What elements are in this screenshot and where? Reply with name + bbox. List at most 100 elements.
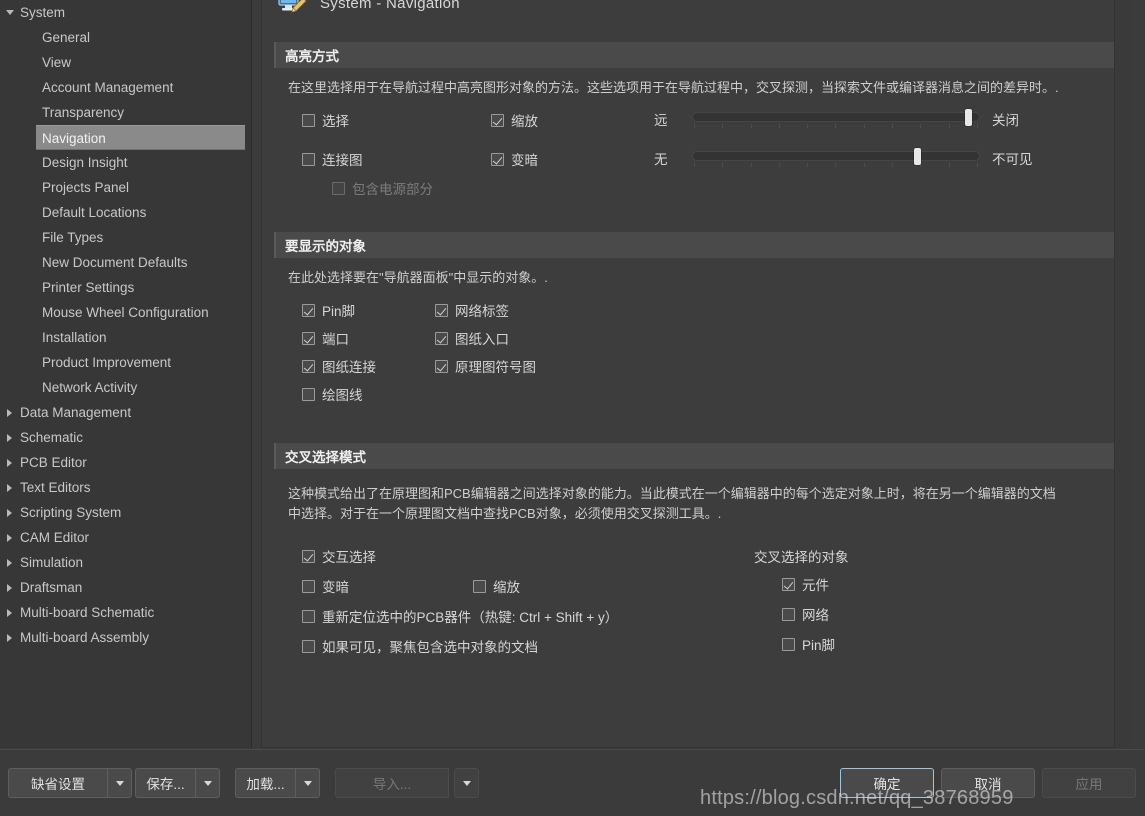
sidebar-item-new-document-defaults[interactable]: New Document Defaults — [0, 250, 251, 275]
checkbox-box — [435, 359, 448, 373]
slider-track — [692, 112, 980, 122]
checkbox-focus-document[interactable]: 如果可见，聚焦包含选中对象的文档 — [302, 636, 538, 656]
checkbox-object-2[interactable]: 图纸连接 — [302, 356, 376, 376]
slider-thumb[interactable] — [913, 148, 921, 165]
chevron-right-icon[interactable] — [7, 409, 12, 417]
checkbox-object-1[interactable]: 端口 — [302, 328, 349, 348]
checkbox-object2-0[interactable]: 网络标签 — [435, 300, 509, 320]
navigation-settings-panel: System - Navigation 高亮方式 在这里选择用于在导航过程中高亮… — [261, 0, 1115, 748]
save-dropdown-arrow[interactable] — [195, 768, 220, 798]
chevron-down-icon[interactable] — [6, 10, 14, 15]
sidebar-item-label: Transparency — [42, 105, 125, 120]
sidebar-item-account-management[interactable]: Account Management — [0, 75, 251, 100]
sidebar-item-schematic[interactable]: Schematic — [0, 425, 251, 450]
chevron-right-icon[interactable] — [7, 609, 12, 617]
save-button[interactable]: 保存... — [135, 768, 195, 798]
slider-dim[interactable] — [692, 147, 980, 169]
checkbox-dim[interactable]: 变暗 — [491, 149, 538, 169]
sidebar-item-transparency[interactable]: Transparency — [0, 100, 251, 125]
checkbox-object2-2[interactable]: 原理图符号图 — [435, 356, 536, 376]
sidebar-item-projects-panel[interactable]: Projects Panel — [0, 175, 251, 200]
sidebar-item-file-types[interactable]: File Types — [0, 225, 251, 250]
sidebar-item-general[interactable]: General — [0, 25, 251, 50]
sidebar-item-simulation[interactable]: Simulation — [0, 550, 251, 575]
checkbox-select[interactable]: 选择 — [302, 110, 349, 130]
apply-button: 应用 — [1042, 768, 1136, 798]
chevron-right-icon[interactable] — [7, 509, 12, 517]
checkbox-cross-object-1[interactable]: 网络 — [782, 604, 829, 624]
section-header: 交叉选择模式 — [274, 443, 1114, 469]
load-dropdown-arrow[interactable] — [295, 768, 320, 798]
checkbox-box — [302, 113, 315, 127]
cross-select-objects-list: 元件网络 Pin脚 — [782, 574, 835, 664]
sidebar-item-view[interactable]: View — [0, 50, 251, 75]
save-split-button[interactable]: 保存... — [135, 768, 220, 798]
sidebar-item-printer-settings[interactable]: Printer Settings — [0, 275, 251, 300]
chevron-right-icon[interactable] — [7, 434, 12, 442]
sidebar-item-multi-board-assembly[interactable]: Multi-board Assembly — [0, 625, 251, 650]
objects-column-1: Pin脚端口图纸连接绘图线 — [302, 300, 376, 412]
sidebar-item-multi-board-schematic[interactable]: Multi-board Schematic — [0, 600, 251, 625]
checkbox-zoom[interactable]: 缩放 — [491, 110, 538, 130]
sidebar-item-label: Installation — [42, 330, 107, 345]
sidebar-item-label: Multi-board Assembly — [20, 630, 150, 645]
content-scrollbar[interactable] — [1117, 0, 1131, 748]
sidebar-item-text-editors[interactable]: Text Editors — [0, 475, 251, 500]
checkbox-connection-graph[interactable]: 连接图 — [302, 149, 363, 169]
load-split-button[interactable]: 加载... — [235, 768, 320, 798]
default-settings-split-button[interactable]: 缺省设置 — [8, 768, 132, 798]
slider-ticks — [694, 163, 978, 168]
cancel-button[interactable]: 取消 — [941, 768, 1035, 798]
checkbox-cross-object-0[interactable]: 元件 — [782, 574, 829, 594]
checkbox-object-3[interactable]: 绘图线 — [302, 384, 363, 404]
monitor-pencil-icon — [278, 0, 308, 16]
checkbox-zoom-2[interactable]: 缩放 — [473, 576, 520, 596]
chevron-right-icon[interactable] — [7, 634, 12, 642]
checkbox-include-power-part: 包含电源部分 — [332, 178, 433, 198]
section-description: 这种模式给出了在原理图和PCB编辑器之间选择对象的能力。当此模式在一个编辑器中的… — [288, 486, 1056, 521]
checkbox-label: 缩放 — [511, 114, 538, 129]
chevron-right-icon[interactable] — [7, 584, 12, 592]
sidebar-item-data-management[interactable]: Data Management — [0, 400, 251, 425]
chevron-right-icon[interactable] — [7, 559, 12, 567]
chevron-right-icon[interactable] — [7, 459, 12, 467]
sidebar-item-label: Schematic — [20, 430, 84, 445]
checkbox-interactive-select[interactable]: 交互选择 — [302, 546, 376, 566]
dialog-right-edge — [1131, 0, 1145, 748]
sidebar-item-cam-editor[interactable]: CAM Editor — [0, 525, 251, 550]
checkbox-object2-1[interactable]: 图纸入口 — [435, 328, 509, 348]
checkbox-cross-object-2[interactable]: Pin脚 — [782, 634, 835, 654]
load-button[interactable]: 加载... — [235, 768, 295, 798]
sidebar-item-scripting-system[interactable]: Scripting System — [0, 500, 251, 525]
checkbox-object-0[interactable]: Pin脚 — [302, 300, 355, 320]
page-title: System - Navigation — [320, 0, 460, 12]
sidebar-item-product-improvement[interactable]: Product Improvement — [0, 350, 251, 375]
chevron-down-icon — [462, 780, 471, 786]
sidebar-item-label: Product Improvement — [42, 355, 172, 370]
objects-column-2: 网络标签图纸入口原理图符号图 — [435, 300, 536, 384]
sidebar-item-mouse-wheel-configuration[interactable]: Mouse Wheel Configuration — [0, 300, 251, 325]
sidebar-item-pcb-editor[interactable]: PCB Editor — [0, 450, 251, 475]
sidebar-item-installation[interactable]: Installation — [0, 325, 251, 350]
slider-thumb[interactable] — [964, 109, 972, 126]
sidebar-item-navigation[interactable]: Navigation — [36, 125, 245, 150]
default-settings-button[interactable]: 缺省设置 — [8, 768, 107, 798]
default-settings-dropdown-arrow[interactable] — [107, 768, 132, 798]
sidebar-item-design-insight[interactable]: Design Insight — [0, 150, 251, 175]
cross-select-objects-title: 交叉选择的对象 — [754, 550, 849, 565]
sidebar-item-default-locations[interactable]: Default Locations — [0, 200, 251, 225]
slider-zoom[interactable] — [692, 108, 980, 130]
sidebar-item-network-activity[interactable]: Network Activity — [0, 375, 251, 400]
checkbox-dim-2[interactable]: 变暗 — [302, 576, 349, 596]
settings-tree-sidebar[interactable]: System General View Account Management Trans… — [0, 0, 252, 748]
ok-button[interactable]: 确定 — [840, 768, 934, 798]
dialog-footer: 缺省设置 保存... 加载... 导入... 确定 取消 应用 — [0, 749, 1145, 816]
sidebar-item-draftsman[interactable]: Draftsman — [0, 575, 251, 600]
sidebar-item-system[interactable]: System — [0, 0, 251, 25]
checkbox-label: 交互选择 — [322, 550, 376, 565]
checkbox-box — [302, 303, 315, 317]
chevron-right-icon[interactable] — [7, 534, 12, 542]
import-dropdown-arrow[interactable] — [454, 768, 479, 798]
chevron-right-icon[interactable] — [7, 484, 12, 492]
checkbox-reposition-pcb[interactable]: 重新定位选中的PCB器件（热键: Ctrl + Shift + y） — [302, 606, 618, 626]
